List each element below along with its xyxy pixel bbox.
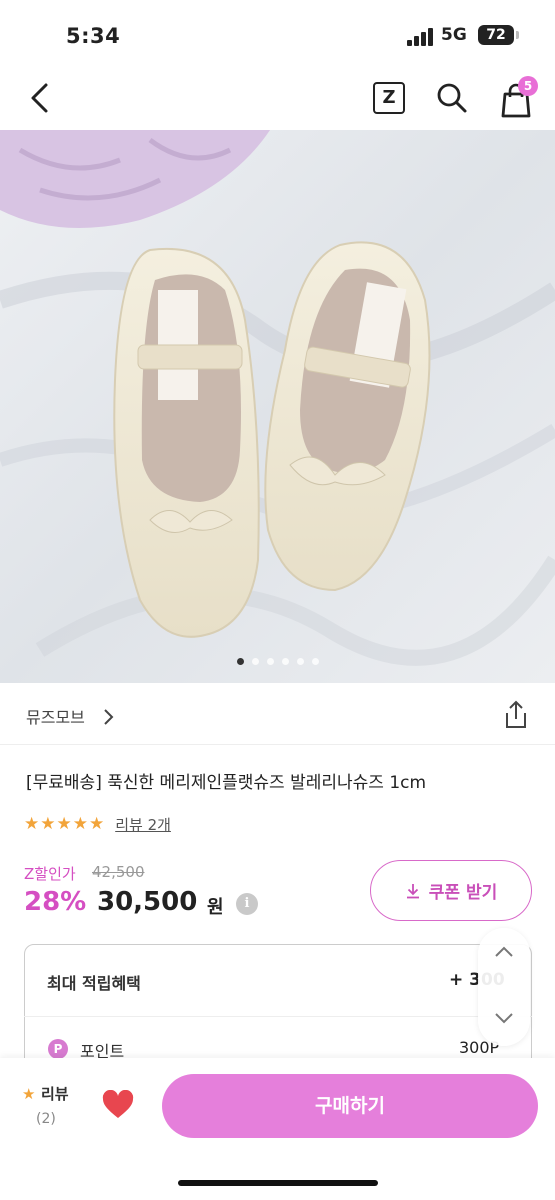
product-title: [무료배송] 푹신한 메리제인플랫슈즈 발레리나슈즈 1cm	[26, 773, 427, 793]
section-divider	[0, 744, 555, 745]
nav-bar: Z	[0, 70, 555, 130]
signal-icon	[407, 28, 433, 46]
download-icon	[406, 883, 419, 898]
brand-name[interactable]: 뮤즈모브	[26, 704, 85, 728]
original-price: 42,500	[92, 863, 145, 881]
scroll-controls	[478, 928, 530, 1046]
currency-unit: 원	[207, 897, 224, 918]
buy-button[interactable]: 구매하기	[162, 1074, 538, 1138]
reward-title: 최대 적립혜택	[47, 974, 141, 993]
pagination-dot[interactable]	[281, 658, 289, 665]
battery-tip	[516, 31, 519, 39]
z-icon[interactable]: Z	[373, 82, 405, 114]
chevron-down-icon[interactable]	[492, 1006, 516, 1030]
brand-row[interactable]: 뮤즈모브	[0, 700, 555, 732]
status-bar: 5:34 5G 72	[0, 0, 555, 70]
back-chevron-icon[interactable]	[22, 78, 58, 118]
review-label[interactable]: 리뷰	[41, 1083, 69, 1104]
pagination-dot[interactable]	[236, 658, 244, 665]
network-label: 5G	[441, 25, 467, 45]
heart-icon[interactable]	[102, 1090, 134, 1120]
discount-rate: 28%	[24, 887, 87, 917]
review-star-icon: ★	[22, 1085, 36, 1103]
pagination-dot[interactable]	[266, 658, 274, 665]
home-indicator	[178, 1180, 378, 1186]
image-pagination	[0, 658, 555, 670]
sale-price: 30,500	[97, 887, 198, 917]
cart-count-badge: 5	[518, 76, 538, 96]
coupon-button-label: 쿠폰 받기	[428, 883, 498, 903]
product-image[interactable]	[0, 130, 555, 683]
product-photo	[0, 130, 555, 683]
point-icon: P	[48, 1039, 68, 1059]
battery-icon: 72	[478, 25, 514, 45]
share-icon[interactable]	[502, 700, 530, 730]
chevron-right-icon	[104, 709, 114, 725]
search-icon[interactable]	[434, 80, 470, 116]
pagination-dot[interactable]	[251, 658, 259, 665]
info-icon[interactable]: i	[236, 893, 258, 915]
reward-divider	[24, 1016, 532, 1017]
rating-row: ★★★★★ 리뷰 2개	[24, 812, 171, 836]
product-detail-page: { "status_bar": { "time": "5:34", "netwo…	[0, 0, 555, 1200]
review-count: (2)	[36, 1111, 56, 1127]
pagination-dot[interactable]	[296, 658, 304, 665]
chevron-up-icon[interactable]	[492, 940, 516, 964]
rating-stars: ★★★★★	[24, 814, 106, 834]
review-count-link[interactable]: 리뷰 2개	[115, 814, 171, 835]
status-time: 5:34	[66, 24, 121, 48]
discount-label: Z할인가	[24, 865, 76, 883]
pagination-dot[interactable]	[311, 658, 319, 665]
coupon-button[interactable]: 쿠폰 받기	[370, 860, 532, 921]
